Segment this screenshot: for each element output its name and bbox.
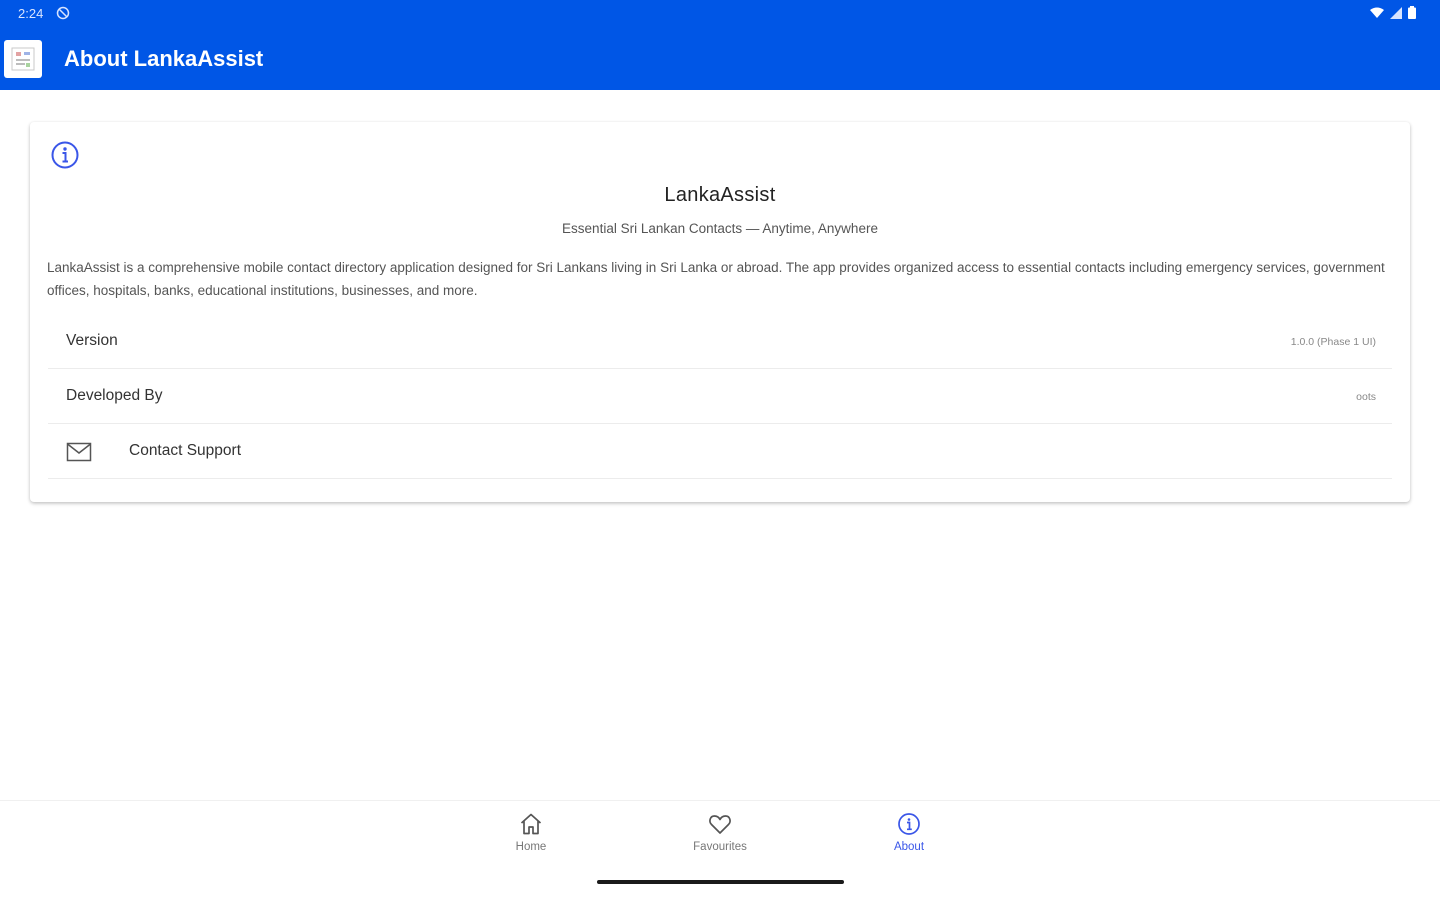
home-icon <box>520 813 542 835</box>
app-bar: 2:24 About LankaAssist <box>0 0 1440 90</box>
info-icon <box>898 813 920 835</box>
version-row: Version 1.0.0 (Phase 1 UI) <box>48 314 1392 369</box>
about-card: LankaAssist Essential Sri Lankan Contact… <box>30 122 1410 502</box>
version-value: 1.0.0 (Phase 1 UI) <box>1290 336 1376 348</box>
app-description: LankaAssist is a comprehensive mobile co… <box>47 260 1385 298</box>
nav-label-about: About <box>893 841 925 853</box>
developer-row: Developed By oots <box>48 369 1392 424</box>
battery-icon <box>1408 6 1416 19</box>
status-bar: 2:24 <box>0 0 1440 28</box>
gesture-navigation-bar[interactable] <box>597 880 844 884</box>
contact-support-label: Contact Support <box>129 442 242 459</box>
developer-value: oots <box>1356 391 1376 403</box>
developer-label: Developed By <box>66 387 163 404</box>
info-icon <box>51 141 79 169</box>
cellular-signal-icon <box>1390 6 1402 19</box>
status-time: 2:24 <box>18 6 44 21</box>
mail-icon <box>66 442 92 462</box>
status-icons <box>1370 6 1416 19</box>
app-logo <box>4 40 42 78</box>
page-title: About LankaAssist <box>64 46 264 71</box>
heart-icon <box>709 815 731 834</box>
app-name: LankaAssist <box>664 184 776 206</box>
bottom-navigation: Home Favourites About <box>0 800 1440 900</box>
nav-label-favourites: Favourites <box>693 841 747 853</box>
nav-item-about[interactable]: About <box>849 811 969 861</box>
wifi-icon <box>1370 7 1384 18</box>
app-tagline: Essential Sri Lankan Contacts — Anytime,… <box>562 221 878 236</box>
version-label: Version <box>66 332 118 349</box>
nav-item-home[interactable]: Home <box>471 811 591 861</box>
contact-support-row[interactable]: Contact Support <box>48 424 1392 479</box>
nav-item-favourites[interactable]: Favourites <box>660 811 780 861</box>
nav-label-home: Home <box>515 841 547 853</box>
app-logo-icon <box>11 47 35 71</box>
do-not-disturb-icon <box>56 6 70 20</box>
